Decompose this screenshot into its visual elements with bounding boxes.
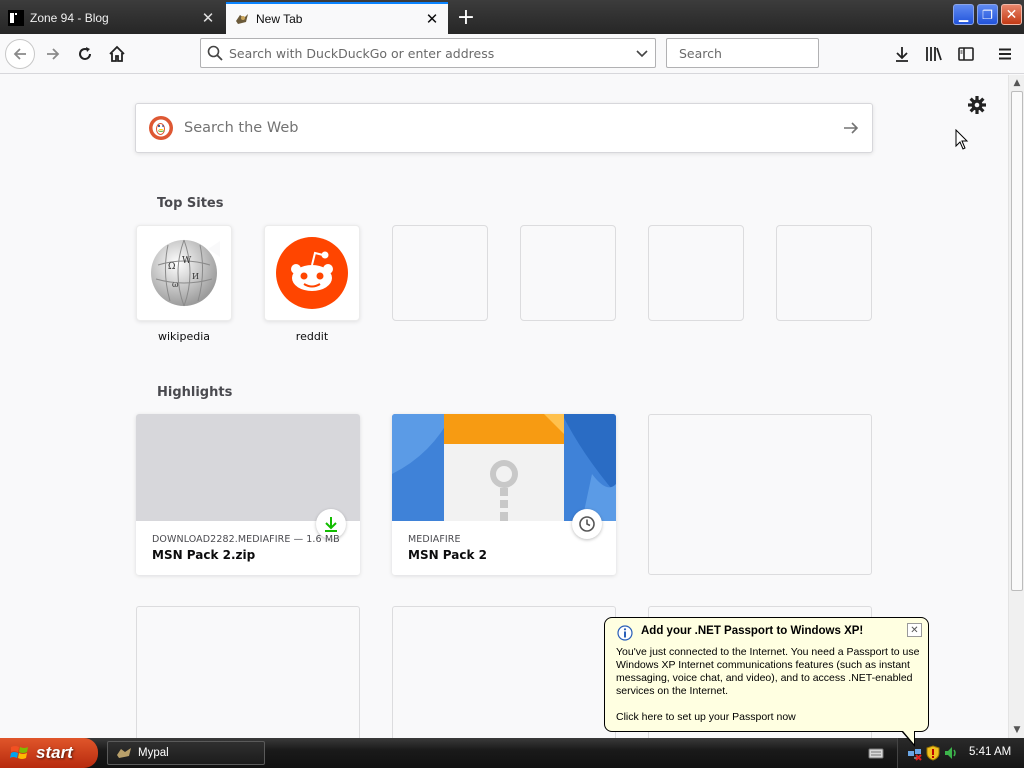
highlight-title: MSN Pack 2 [408, 548, 487, 562]
highlight-title: MSN Pack 2.zip [152, 548, 256, 562]
scroll-thumb[interactable] [1011, 91, 1023, 591]
restore-button[interactable]: ❐ [977, 4, 998, 25]
mouse-cursor-icon [955, 129, 969, 150]
duckduckgo-logo-icon [149, 116, 173, 140]
close-window-button[interactable]: ✕ [1001, 4, 1022, 25]
hamburger-menu-icon [999, 48, 1011, 60]
minimize-button[interactable]: ▁ [953, 4, 974, 25]
zone94-favicon-icon [8, 10, 24, 26]
highlight-empty [136, 606, 360, 738]
passport-notification-balloon: Add your .NET Passport to Windows XP! ✕ … [604, 617, 929, 732]
top-site-wikipedia[interactable]: Ω W И ω [136, 225, 232, 321]
reload-button[interactable] [69, 38, 101, 70]
library-button[interactable] [918, 38, 950, 70]
nav-bar [0, 34, 1024, 74]
home-button[interactable] [101, 38, 133, 70]
highlight-context: MEDIAFIRE [408, 534, 461, 545]
top-site-empty [648, 225, 744, 321]
start-label: start [36, 743, 73, 762]
svg-text:ω: ω [172, 280, 179, 289]
mypal-app-icon [117, 748, 131, 758]
security-shield-icon[interactable] [925, 745, 941, 761]
tab-new-tab[interactable]: New Tab ✕ [226, 2, 448, 34]
highlight-card[interactable]: DOWNLOAD2282.MEDIAFIRE — 1.6 MB MSN Pack… [136, 414, 360, 575]
windows-flag-icon [10, 746, 28, 759]
search-icon [207, 45, 223, 61]
download-icon [896, 47, 908, 62]
tab-title: New Tab [256, 12, 303, 26]
forward-button[interactable] [37, 38, 69, 70]
network-icon[interactable] [907, 745, 923, 761]
highlight-empty [392, 606, 616, 738]
info-icon [617, 625, 633, 641]
scroll-up-icon[interactable]: ▲ [1009, 75, 1024, 91]
downloads-button[interactable] [886, 38, 918, 70]
highlight-preview [136, 414, 360, 521]
highlights-heading: Highlights [157, 385, 233, 400]
search-bar[interactable] [666, 38, 835, 68]
taskbar-item-label: Mypal [138, 747, 169, 759]
balloon-close-button[interactable]: ✕ [907, 623, 922, 637]
top-site-label: wikipedia [157, 330, 210, 343]
system-tray: 5:41 AM [897, 738, 1024, 768]
top-site-reddit[interactable] [264, 225, 360, 321]
url-bar[interactable] [200, 38, 656, 68]
back-arrow-icon [5, 39, 35, 69]
tab-zone94-blog[interactable]: Zone 94 - Blog ✕ [0, 2, 224, 34]
mediafire-preview-image [392, 414, 616, 521]
menu-button[interactable] [989, 38, 1021, 70]
clock-icon [572, 509, 602, 539]
volume-icon[interactable] [943, 745, 959, 761]
keyboard-icon[interactable] [868, 746, 884, 760]
top-site-empty [392, 225, 488, 321]
tab-title: Zone 94 - Blog [30, 11, 109, 25]
balloon-body: You've just connected to the Internet. Y… [616, 646, 920, 697]
windows-taskbar: start Mypal 5:41 AM [0, 738, 1024, 768]
balloon-setup-link[interactable]: Click here to set up your Passport now [616, 711, 796, 723]
taskbar-item-mypal[interactable]: Mypal [107, 741, 265, 765]
highlight-context: DOWNLOAD2282.MEDIAFIRE — 1.6 MB [152, 534, 340, 545]
reload-icon [79, 47, 91, 60]
balloon-title: Add your .NET Passport to Windows XP! [641, 625, 864, 637]
highlight-empty [648, 414, 872, 575]
web-search-box[interactable] [135, 103, 873, 153]
top-site-empty [520, 225, 616, 321]
svg-text:W: W [182, 256, 192, 266]
gear-icon[interactable] [966, 94, 988, 116]
balloon-tail-fill [903, 731, 914, 744]
back-button[interactable] [4, 38, 36, 70]
search-input[interactable] [679, 45, 835, 61]
arrow-right-icon[interactable] [842, 119, 860, 137]
home-icon [109, 45, 125, 62]
svg-text:Ω: Ω [168, 262, 175, 272]
start-button[interactable]: start [0, 738, 98, 768]
forward-arrow-icon [47, 48, 60, 60]
reddit-alien-icon [276, 237, 348, 309]
chevron-down-icon[interactable] [635, 46, 649, 60]
highlight-card[interactable]: MEDIAFIRE MSN Pack 2 [392, 414, 616, 575]
tab-strip: Zone 94 - Blog ✕ New Tab ✕ + ▁ ❐ ✕ [0, 0, 1024, 34]
top-sites-heading: Top Sites [157, 196, 224, 211]
top-site-empty [776, 225, 872, 321]
url-input[interactable] [229, 45, 635, 61]
clock[interactable]: 5:41 AM [969, 746, 1011, 758]
tab-close-icon[interactable]: ✕ [200, 10, 216, 27]
web-search-input[interactable] [184, 120, 842, 136]
wikipedia-globe-icon: Ω W И ω [151, 239, 220, 307]
new-tab-button[interactable]: + [452, 4, 480, 30]
svg-text:И: И [192, 272, 199, 281]
vertical-scrollbar[interactable]: ▲ ▼ [1008, 75, 1024, 738]
scroll-down-icon[interactable]: ▼ [1009, 722, 1024, 738]
mypal-favicon-icon [236, 14, 248, 24]
tab-close-icon[interactable]: ✕ [424, 11, 440, 28]
sidebar-icon [958, 47, 974, 61]
top-site-label: reddit [295, 330, 329, 343]
sidebar-toggle-button[interactable] [950, 38, 982, 70]
library-icon [926, 47, 942, 61]
